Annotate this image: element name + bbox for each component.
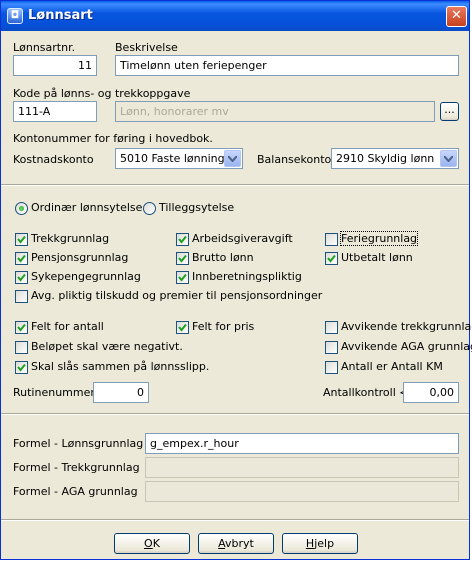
- brutto-lonn-label[interactable]: Brutto lønn: [192, 251, 254, 264]
- dialog-window: ◘ Lønnsart ✕ Lønnsartnr. Beskrivelse 11 …: [0, 0, 472, 560]
- pensjonsgrunnlag-checkbox[interactable]: [15, 252, 28, 265]
- slas-sammen-checkbox[interactable]: [15, 361, 28, 374]
- avvikende-trekk-label[interactable]: Avvikende trekkgrunnlag: [341, 320, 472, 333]
- lonnsartnr-label: Lønnsartnr.: [13, 41, 76, 54]
- slas-sammen-label[interactable]: Skal slås sammen på lønnsslipp.: [31, 360, 209, 373]
- kostnadskonto-value: 5010 Faste lønninger: [120, 152, 236, 165]
- ordinaer-radio[interactable]: [15, 202, 28, 215]
- arbeidsgiveravgift-label[interactable]: Arbeidsgiveravgift: [192, 232, 293, 245]
- feriegrunnlag-checkbox[interactable]: [325, 233, 338, 246]
- checkmark-icon: [178, 323, 187, 332]
- belop-negativt-label[interactable]: Beløpet skal være negativt.: [31, 340, 183, 353]
- kode-field[interactable]: 111-A: [13, 101, 97, 122]
- balansekonto-select[interactable]: 2910 Skyldig lønn: [331, 148, 459, 169]
- formel-aga-label: Formel - AGA grunnlag: [13, 485, 138, 498]
- balansekonto-value: 2910 Skyldig lønn: [336, 152, 435, 165]
- close-icon: ✕: [451, 8, 462, 23]
- balansekonto-label: Balansekonto: [257, 153, 332, 166]
- trekkgrunnlag-checkbox[interactable]: [15, 233, 28, 246]
- checkmark-icon: [17, 273, 26, 282]
- ordinaer-label[interactable]: Ordinær lønnsytelse: [31, 201, 142, 214]
- ok-mnemonic: O: [144, 537, 153, 550]
- avg-pliktig-label[interactable]: Avg. pliktig tilskudd og premier til pen…: [31, 289, 322, 302]
- window-title: Lønnsart: [28, 8, 93, 23]
- hjelp-mnemonic: H: [305, 537, 315, 550]
- belop-negativt-checkbox[interactable]: [15, 341, 28, 354]
- checkmark-icon: [17, 323, 26, 332]
- close-button[interactable]: ✕: [446, 6, 467, 27]
- chevron-down-icon[interactable]: [224, 150, 241, 167]
- felt-pris-label[interactable]: Felt for pris: [192, 320, 254, 333]
- sykepengegrunnlag-label[interactable]: Sykepengegrunnlag: [31, 270, 141, 283]
- kostnadskonto-select[interactable]: 5010 Faste lønninger: [115, 148, 243, 169]
- sykepengegrunnlag-checkbox[interactable]: [15, 271, 28, 284]
- radio-dot-icon: [19, 206, 24, 211]
- kostnadskonto-label: Kostnadskonto: [13, 153, 94, 166]
- lonnsartnr-field[interactable]: 11: [13, 55, 97, 76]
- tillegg-label[interactable]: Tilleggsytelse: [159, 201, 234, 214]
- felt-antall-checkbox[interactable]: [15, 321, 28, 334]
- rutinenummer-label: Rutinenummer: [13, 386, 95, 399]
- utbetalt-lonn-label[interactable]: Utbetalt lønn: [341, 251, 413, 264]
- tillegg-radio[interactable]: [143, 202, 156, 215]
- rutinenummer-field[interactable]: 0: [93, 382, 149, 403]
- antallkontroll-label: Antallkontroll <: [323, 386, 409, 399]
- utbetalt-lonn-checkbox[interactable]: [325, 252, 338, 265]
- kode-label: Kode på lønns- og trekkoppgave: [13, 87, 191, 100]
- avvikende-aga-checkbox[interactable]: [325, 341, 338, 354]
- checkmark-icon: [178, 254, 187, 263]
- antallkontroll-field[interactable]: 0,00: [403, 382, 459, 403]
- hjelp-rest: jelp: [314, 537, 335, 550]
- ok-rest: K: [152, 537, 160, 550]
- avg-pliktig-checkbox[interactable]: [15, 290, 28, 303]
- beskrivelse-field[interactable]: Timelønn uten feriepenger: [115, 55, 459, 76]
- formel-lonn-field[interactable]: g_empex.r_hour: [145, 433, 459, 454]
- felt-pris-checkbox[interactable]: [176, 321, 189, 334]
- avbryt-button[interactable]: Avbryt: [198, 533, 274, 554]
- ok-button[interactable]: OK: [114, 533, 190, 554]
- app-icon: ◘: [7, 8, 23, 24]
- checkmark-icon: [178, 235, 187, 244]
- checkmark-icon: [178, 273, 187, 282]
- avbryt-mnemonic: A: [218, 537, 226, 550]
- checkmark-icon: [17, 235, 26, 244]
- formel-lonn-label: Formel - Lønnsgrunnlag: [13, 437, 144, 450]
- browse-button[interactable]: ...: [440, 102, 459, 121]
- formel-trekk-field[interactable]: [145, 457, 459, 478]
- checkmark-icon: [17, 363, 26, 372]
- trekkgrunnlag-label[interactable]: Trekkgrunnlag: [31, 232, 109, 245]
- title-bar[interactable]: ◘ Lønnsart ✕: [1, 1, 469, 31]
- kode-description-field: Lønn, honorarer mv: [115, 101, 435, 122]
- konto-label: Kontonummer for føring i hovedbok.: [13, 132, 213, 145]
- felt-antall-label[interactable]: Felt for antall: [31, 320, 104, 333]
- formel-aga-field[interactable]: [145, 481, 459, 502]
- avvikende-aga-label[interactable]: Avvikende AGA grunnlag: [341, 340, 472, 353]
- antall-km-label[interactable]: Antall er Antall KM: [341, 360, 443, 373]
- checkmark-icon: [17, 254, 26, 263]
- brutto-lonn-checkbox[interactable]: [176, 252, 189, 265]
- formel-trekk-label: Formel - Trekkgrunnlag: [13, 461, 140, 474]
- hjelp-button[interactable]: Hjelp: [282, 533, 358, 554]
- pensjonsgrunnlag-label[interactable]: Pensjonsgrunnlag: [31, 251, 128, 264]
- beskrivelse-label: Beskrivelse: [115, 41, 178, 54]
- separator: [1, 184, 469, 186]
- chevron-down-icon[interactable]: [440, 150, 457, 167]
- avvikende-trekk-checkbox[interactable]: [325, 321, 338, 334]
- feriegrunnlag-label[interactable]: Feriegrunnlag: [339, 231, 419, 246]
- arbeidsgiveravgift-checkbox[interactable]: [176, 233, 189, 246]
- separator: [1, 519, 469, 521]
- avbryt-rest: vbryt: [225, 537, 254, 550]
- antall-km-checkbox[interactable]: [325, 361, 338, 374]
- innberetningspliktig-checkbox[interactable]: [176, 271, 189, 284]
- innberetningspliktig-label[interactable]: Innberetningspliktig: [192, 270, 302, 283]
- checkmark-icon: [327, 254, 336, 263]
- separator: [1, 413, 469, 415]
